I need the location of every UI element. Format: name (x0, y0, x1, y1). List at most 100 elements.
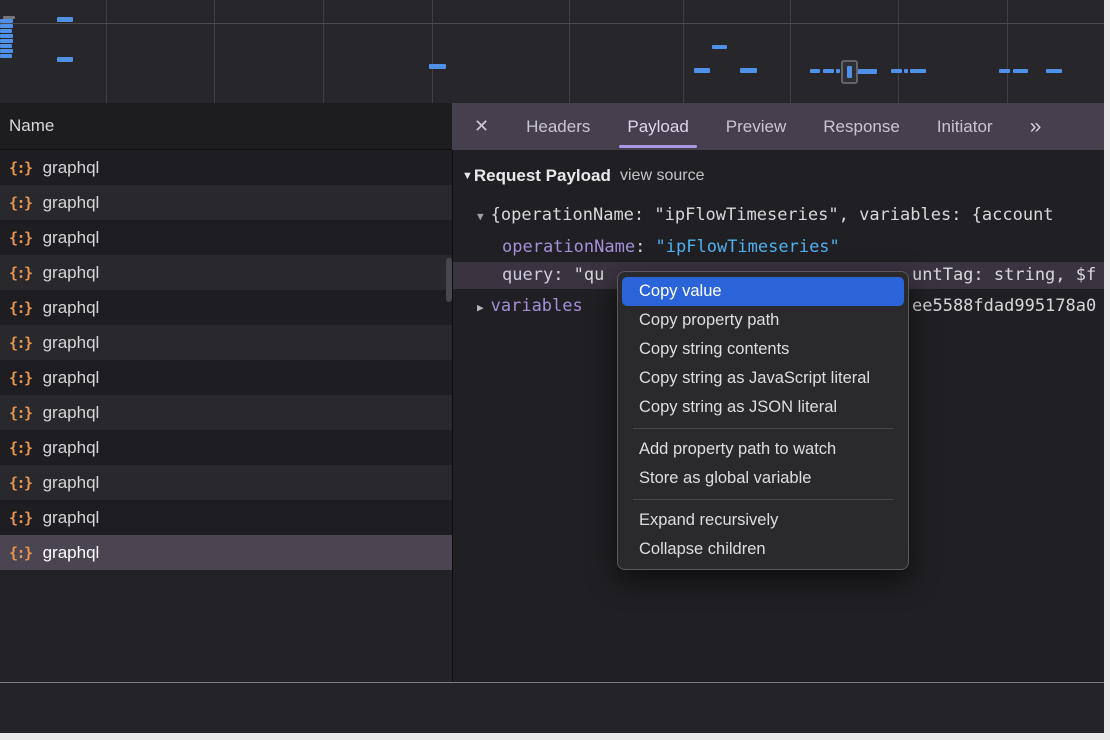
timeline-request-bar (0, 24, 13, 28)
page-edge-bottom (0, 733, 1110, 740)
payload-operationname-row[interactable]: operationName: "ipFlowTimeseries" (502, 237, 840, 258)
request-name-label: graphql (43, 403, 100, 423)
timeline-gridline (432, 0, 433, 103)
timeline-request-bar (0, 39, 13, 43)
menu-item-copy-string-contents[interactable]: Copy string contents (622, 335, 904, 364)
timeline-gridline (106, 0, 107, 103)
menu-item-store-as-global-variable[interactable]: Store as global variable (622, 464, 904, 493)
request-name-label: graphql (43, 473, 100, 493)
timeline-request-bar (856, 69, 877, 74)
network-request-row[interactable]: {:} graphql (0, 220, 452, 255)
devtools-screenshot: Name {:}graphql{:}graphql{:}graphql{:}gr… (0, 0, 1110, 740)
json-request-icon: {:} (9, 509, 32, 527)
timeline-gridline (790, 0, 791, 103)
timeline-request-bar (1013, 69, 1028, 73)
network-request-row[interactable]: {:} graphql (0, 150, 452, 185)
timeline-request-bar (999, 69, 1010, 73)
timeline-request-bar (1046, 69, 1062, 73)
menu-item-copy-value[interactable]: Copy value (622, 277, 904, 306)
expand-triangle-icon[interactable]: ▶ (477, 301, 484, 314)
json-request-icon: {:} (9, 474, 32, 492)
timeline-request-bar (429, 64, 446, 69)
request-name-label: graphql (43, 228, 100, 248)
network-request-row[interactable]: {:} graphql (0, 325, 452, 360)
payload-query-row[interactable]: query: "qu (502, 265, 604, 286)
timeline-request-bar (0, 34, 13, 38)
tab-payload[interactable]: Payload (627, 103, 688, 150)
network-request-row[interactable]: {:} graphql (0, 395, 452, 430)
close-icon[interactable]: ✕ (474, 116, 489, 137)
query-right-fragment: untTag: string, $f (912, 265, 1096, 286)
tab-initiator[interactable]: Initiator (937, 103, 993, 150)
menu-item-expand-recursively[interactable]: Expand recursively (622, 506, 904, 535)
network-request-row[interactable]: {:} graphql (0, 290, 452, 325)
variables-right-fragment: ee5588fdad995178a0 (912, 296, 1096, 317)
menu-item-add-property-path-to-watch[interactable]: Add property path to watch (622, 435, 904, 464)
detail-tab-bar: ✕ Headers Payload Preview Response Initiator… (452, 103, 1104, 150)
more-tabs-icon[interactable]: » (1030, 115, 1040, 139)
timeline-request-bar (57, 57, 73, 62)
menu-item-copy-string-as-json-literal[interactable]: Copy string as JSON literal (622, 393, 904, 422)
payload-root-preview: {operationName: "ipFlowTimeseries", vari… (491, 205, 1054, 225)
timeline-request-bar (810, 69, 820, 73)
timeline-request-bar (823, 69, 834, 73)
network-table-header[interactable]: Name (0, 103, 452, 150)
request-name-label: graphql (43, 438, 100, 458)
payload-variables-row[interactable]: ▶ variables (477, 296, 583, 318)
request-name-label: graphql (43, 263, 100, 283)
network-request-row[interactable]: {:} graphql (0, 465, 452, 500)
network-request-row[interactable]: {:}graphql (0, 500, 452, 535)
request-name-label: graphql (43, 298, 100, 318)
json-request-icon: {:} (9, 299, 32, 317)
request-name-label: graphql (43, 158, 100, 178)
timeline-request-bar (0, 54, 12, 58)
request-name-label: graphql (43, 368, 100, 388)
network-overview-timeline[interactable] (0, 0, 1104, 104)
json-request-icon: {:} (9, 334, 32, 352)
view-source-link[interactable]: view source (620, 167, 704, 185)
network-request-row[interactable]: {:} graphql (0, 360, 452, 395)
timeline-request-bar (0, 44, 12, 48)
collapse-triangle-icon[interactable]: ▼ (462, 170, 473, 182)
menu-item-copy-string-as-javascript-literal[interactable]: Copy string as JavaScript literal (622, 364, 904, 393)
json-request-icon: {:} (9, 369, 32, 387)
tab-preview[interactable]: Preview (726, 103, 786, 150)
tab-response[interactable]: Response (823, 103, 900, 150)
request-payload-section-title[interactable]: ▼Request Payload (462, 166, 611, 186)
menu-item-copy-property-path[interactable]: Copy property path (622, 306, 904, 335)
network-request-row[interactable]: {:}graphql (0, 255, 452, 290)
timeline-request-bar (740, 68, 757, 73)
expand-triangle-icon[interactable]: ▼ (477, 210, 484, 223)
json-request-icon: {:} (9, 159, 32, 177)
summary-bar (0, 683, 1104, 733)
json-request-icon: {:} (9, 194, 32, 212)
network-request-row[interactable]: {:}graphql (0, 535, 452, 570)
network-request-list: {:} graphql {:} graphql {:} graphql {:} graphql… (0, 150, 452, 682)
page-edge-right (1104, 0, 1110, 740)
menu-separator (633, 499, 893, 500)
timeline-gridline (898, 0, 899, 103)
tab-headers[interactable]: Headers (526, 103, 590, 150)
menu-item-collapse-children[interactable]: Collapse children (622, 535, 904, 564)
json-request-icon: {:} (9, 229, 32, 247)
timeline-gridline (1007, 0, 1008, 103)
timeline-gridline (569, 0, 570, 103)
payload-root-row[interactable]: ▼ {operationName: "ipFlowTimeseries", var… (477, 205, 1054, 227)
timeline-gridline (214, 0, 215, 103)
json-request-icon: {:} (9, 404, 32, 422)
request-name-label: graphql (43, 543, 100, 563)
network-request-row[interactable]: {:}graphql (0, 185, 452, 220)
property-key: operationName (502, 237, 635, 257)
property-key: variables (491, 296, 583, 316)
timeline-request-bar (0, 49, 13, 53)
timeline-hline (0, 23, 1104, 24)
menu-separator (633, 428, 893, 429)
json-request-icon: {:} (9, 439, 32, 457)
network-request-row[interactable]: {:} graphql (0, 430, 452, 465)
timeline-selected-marker (841, 60, 858, 84)
timeline-request-bar (0, 19, 13, 23)
timeline-request-bar (694, 68, 710, 73)
devtools-window: Name {:}graphql{:}graphql{:}graphql{:}gr… (0, 0, 1104, 733)
context-menu: Copy valueCopy property pathCopy string … (617, 271, 909, 570)
request-name-label: graphql (43, 333, 100, 353)
